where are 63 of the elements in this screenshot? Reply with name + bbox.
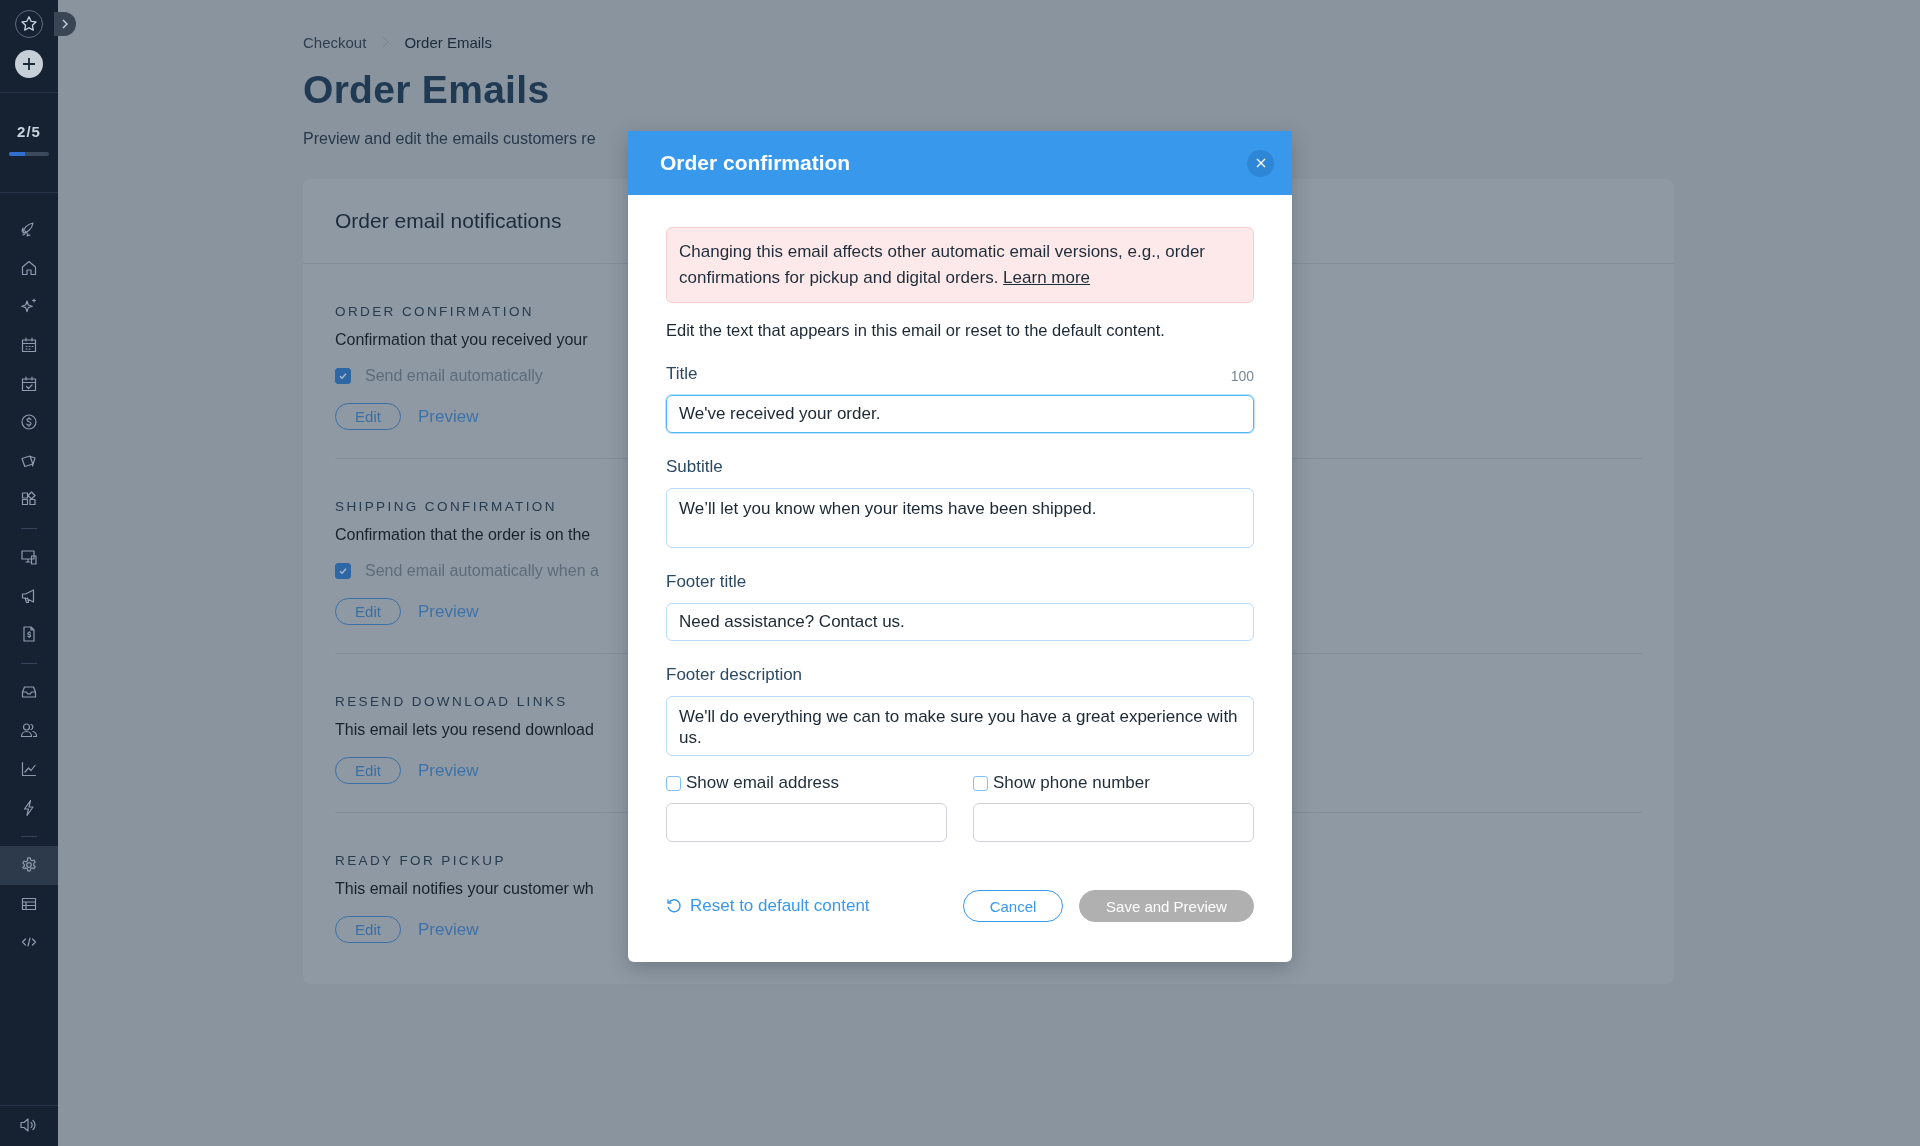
line-chart-icon	[20, 760, 38, 778]
reset-icon	[666, 898, 682, 914]
section-description: This email notifies your customer wh	[335, 880, 594, 898]
field-label: Title	[666, 364, 698, 384]
invoice-icon	[20, 625, 38, 644]
checkbox[interactable]	[335, 563, 351, 579]
expand-button[interactable]	[54, 12, 76, 36]
preview-link[interactable]: Preview	[418, 406, 479, 427]
reset-link[interactable]: Reset to default content	[666, 896, 870, 916]
section-heading: SHIPPING CONFIRMATION	[335, 499, 557, 514]
add-button[interactable]	[15, 50, 43, 78]
field-label: Footer title	[666, 572, 747, 592]
input-field[interactable]: We've received your order.	[666, 395, 1254, 433]
input-field[interactable]	[666, 803, 947, 842]
input-field[interactable]: Need assistance? Contact us.	[666, 603, 1254, 641]
progress-text: 2/5	[17, 123, 41, 140]
sidebar-item[interactable]	[0, 845, 58, 885]
sidebar-item[interactable]	[19, 1116, 39, 1134]
calendar-icon	[20, 336, 38, 355]
input-field[interactable]	[973, 803, 1254, 842]
devices-icon	[20, 548, 38, 567]
character-counter: 100	[1230, 368, 1254, 384]
section-description: Confirmation that the order is on the	[335, 526, 591, 544]
close-button[interactable]	[1247, 149, 1274, 177]
section-heading: READY FOR PICKUP	[335, 853, 506, 868]
page-description: Preview and edit the emails customers re	[303, 130, 597, 149]
plus-icon	[22, 57, 36, 71]
page-title: Order Emails	[303, 68, 551, 112]
cancel-button[interactable]: Cancel	[963, 890, 1063, 922]
section-description: This email lets you resend download	[335, 721, 594, 739]
text-area[interactable]: We'll do everything we can to make sure you have a great experience with us.	[666, 696, 1254, 756]
checkbox[interactable]	[973, 775, 988, 791]
section-heading: ORDER CONFIRMATION	[335, 304, 534, 319]
text-area[interactable]: We’ll let you know when your items have been shipped.	[666, 488, 1254, 548]
instruction-text: Edit the text that appears in this email or reset to the default content.	[666, 321, 1166, 340]
dialog-title: Order confirmation	[660, 151, 851, 175]
dollar-circle-icon	[20, 413, 38, 432]
breadcrumb-link[interactable]: Checkout	[303, 33, 367, 51]
star-icon	[20, 15, 38, 33]
check-icon	[338, 371, 348, 381]
checkbox[interactable]	[335, 368, 351, 384]
field-label: Subtitle	[666, 457, 723, 477]
section-heading: RESEND DOWNLOAD LINKS	[335, 694, 568, 709]
people-icon	[20, 721, 38, 740]
section-description: Confirmation that you received your	[335, 331, 588, 349]
speaker-icon	[19, 1116, 39, 1134]
preview-link[interactable]: Preview	[418, 760, 479, 781]
breadcrumb-current: Order Emails	[404, 33, 492, 51]
checkbox-label: Show email address	[686, 773, 840, 793]
learn-more-link[interactable]: Learn more	[1003, 268, 1091, 287]
preview-link[interactable]: Preview	[418, 601, 479, 622]
preview-link[interactable]: Preview	[418, 919, 479, 940]
chevron-right-icon	[60, 18, 70, 30]
checkbox[interactable]	[666, 775, 681, 791]
check-icon	[338, 566, 348, 576]
field-label: Footer description	[666, 665, 803, 685]
home-icon	[20, 258, 38, 277]
checkbox-label: Show phone number	[993, 773, 1150, 793]
card-title: Order email notifications	[335, 209, 562, 233]
close-icon	[1255, 158, 1266, 168]
alert-message: Changing this email affects other automatic email versions, e.g., order confirmations for pickup and digital orders. Learn more	[666, 227, 1254, 303]
calendar-check-icon	[20, 374, 38, 393]
progress-bar	[9, 152, 49, 156]
